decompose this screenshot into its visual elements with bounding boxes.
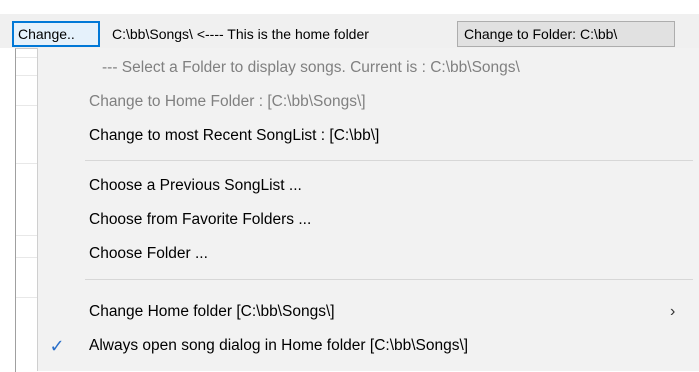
menu-separator [85, 279, 693, 280]
toolbar: Change.. C:\bb\Songs\ <---- This is the … [0, 14, 699, 48]
song-list-panel[interactable] [15, 48, 38, 372]
list-row-line [16, 105, 38, 106]
list-row-line [16, 257, 38, 258]
list-row-line [16, 235, 38, 236]
change-to-folder-button[interactable]: Change to Folder: C:\bb\ [457, 21, 675, 47]
list-row-line [16, 57, 38, 58]
menu-item-change-to-recent[interactable]: Change to most Recent SongList : [C:\bb\… [38, 120, 699, 152]
top-strip [0, 0, 699, 14]
menu-item-change-home[interactable]: Change Home folder [C:\bb\Songs\] › [38, 296, 699, 328]
home-folder-label: C:\bb\Songs\ <---- This is the home fold… [112, 26, 369, 42]
list-row-line [16, 75, 38, 76]
menu-item-always-open[interactable]: ✓ Always open song dialog in Home folder… [38, 330, 699, 362]
change-button[interactable]: Change.. [12, 21, 100, 47]
list-row-line [16, 163, 38, 164]
menu-item-change-to-home[interactable]: Change to Home Folder : [C:\bb\Songs\] [38, 86, 699, 118]
list-row-line [16, 297, 38, 298]
menu-separator [85, 160, 693, 161]
chevron-right-icon: › [670, 303, 676, 320]
menu-item-choose-folder[interactable]: Choose Folder ... [38, 238, 699, 270]
menu-header: --- Select a Folder to display songs. Cu… [102, 59, 520, 76]
menu-item-choose-previous[interactable]: Choose a Previous SongList ... [38, 170, 699, 202]
folder-context-menu: --- Select a Folder to display songs. Cu… [37, 48, 699, 371]
checkmark-icon: ✓ [49, 336, 65, 356]
menu-item-choose-favorite[interactable]: Choose from Favorite Folders ... [38, 204, 699, 236]
